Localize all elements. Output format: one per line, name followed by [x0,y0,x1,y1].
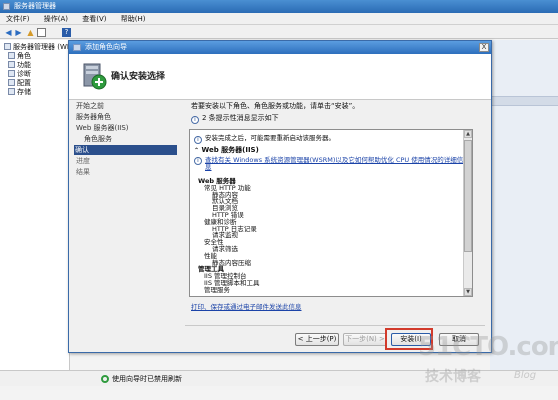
menu-view[interactable]: 查看(V) [82,15,106,23]
list-scrollbar[interactable]: ▲ ▼ [463,130,472,296]
watermark-subtitle: 技术博客 [425,369,481,385]
server-icon [4,43,11,50]
feature-row: 管理服务 [204,285,230,294]
add-roles-icon [83,63,107,90]
roles-icon [8,52,15,59]
folder-up-icon[interactable]: ▲ [26,28,35,37]
step-results: 结果 [76,168,90,176]
close-button[interactable]: X [479,43,489,52]
tree-item-roles[interactable]: 角色 [8,52,31,61]
button-separator [185,325,485,326]
window-titlebar: 服务器管理器 [0,0,558,13]
step-before-you-begin[interactable]: 开始之前 [75,101,177,111]
console-tree-icon[interactable] [37,28,46,37]
wsrm-link[interactable]: 查找有关 Windows 系统资源管理器(WSRM)以及它如何帮助优化 CPU … [205,156,463,171]
diagnostics-icon [8,70,15,77]
selection-summary-list[interactable]: i 安装完成之后，可能需要重新启动该服务器。 ⌃ Web 服务器(IIS) i 查… [189,129,473,297]
print-save-email-link[interactable]: 打印、保存或通过电子邮件发送此信息 [191,301,302,311]
step-server-roles[interactable]: 服务器角色 [75,112,177,122]
intro-text: 若要安装以下角色、角色服务或功能，请单击“安装”。 [191,102,360,110]
scroll-up-icon[interactable]: ▲ [464,130,472,138]
server-manager-icon [3,3,10,10]
scroll-down-icon[interactable]: ▼ [464,288,472,296]
menu-action[interactable]: 操作(A) [44,15,68,23]
tree-item-server-manager[interactable]: 服务器管理器 (WI [4,43,69,52]
wsrm-info: i 查找有关 Windows 系统资源管理器(WSRM)以及它如何帮助优化 CP… [194,157,464,171]
collapse-icon[interactable]: ⌃ [194,147,199,154]
features-icon [8,61,15,68]
refresh-icon [101,375,109,383]
add-roles-wizard: 添加角色向导 X 确认安装选择 开始之前 服务器角色 Web 服务器(IIS) … [68,40,492,353]
forward-arrow-icon[interactable]: ▶ [14,28,23,37]
wizard-title: 添加角色向导 [85,43,127,51]
help-icon[interactable]: ? [62,28,71,37]
wizard-content: 若要安装以下角色、角色服务或功能，请单击“安装”。 i2 条提示性消息显示如下 … [185,101,485,331]
previous-button[interactable]: < 上一步(P) [295,333,339,346]
step-role-services[interactable]: 角色服务 [83,134,177,144]
window-title: 服务器管理器 [14,2,56,10]
toolbar: ◀ ▶ ▲ ? [0,25,558,39]
tree-item-configuration[interactable]: 配置 [8,79,31,88]
watermark-logo: 51CTO.com [418,332,558,362]
step-progress: 进度 [76,157,90,165]
details-pane-background [490,40,558,370]
configuration-icon [8,79,15,86]
info-icon: i [194,157,202,165]
menu-file[interactable]: 文件(F) [6,15,30,23]
console-tree: 服务器管理器 (WI 角色 功能 诊断 配置 存储 [0,40,70,370]
wizard-steps: 开始之前 服务器角色 Web 服务器(IIS) 角色服务 确认 进度 结果 [69,101,179,321]
wizard-titlebar: 添加角色向导 X [69,41,491,54]
info-icon: i [194,136,202,144]
tree-item-diagnostics[interactable]: 诊断 [8,70,31,79]
info-message-count: i2 条提示性消息显示如下 [191,113,279,124]
restart-notice: i 安装完成之后，可能需要重新启动该服务器。 [194,134,335,144]
scroll-thumb[interactable] [464,140,472,252]
back-arrow-icon[interactable]: ◀ [4,28,13,37]
status-text: 使用向导时已禁用刷新 [112,375,182,383]
info-icon: i [191,116,199,124]
wizard-header: 确认安装选择 [69,54,491,100]
next-button: 下一步(N) > [343,333,387,346]
tree-item-features[interactable]: 功能 [8,61,31,70]
step-confirmation[interactable]: 确认 [74,145,177,155]
step-web-server[interactable]: Web 服务器(IIS) [75,123,177,133]
wizard-icon [73,44,81,51]
menu-help[interactable]: 帮助(H) [121,15,146,23]
page-title: 确认安装选择 [111,72,166,82]
watermark-tag: Blog [514,370,537,381]
section-web-server: ⌃ Web 服务器(IIS) [194,146,259,154]
details-pane-header [490,96,558,106]
storage-icon [8,88,15,95]
tree-item-storage[interactable]: 存储 [8,88,31,97]
menu-bar: 文件(F) 操作(A) 查看(V) 帮助(H) [0,13,558,25]
